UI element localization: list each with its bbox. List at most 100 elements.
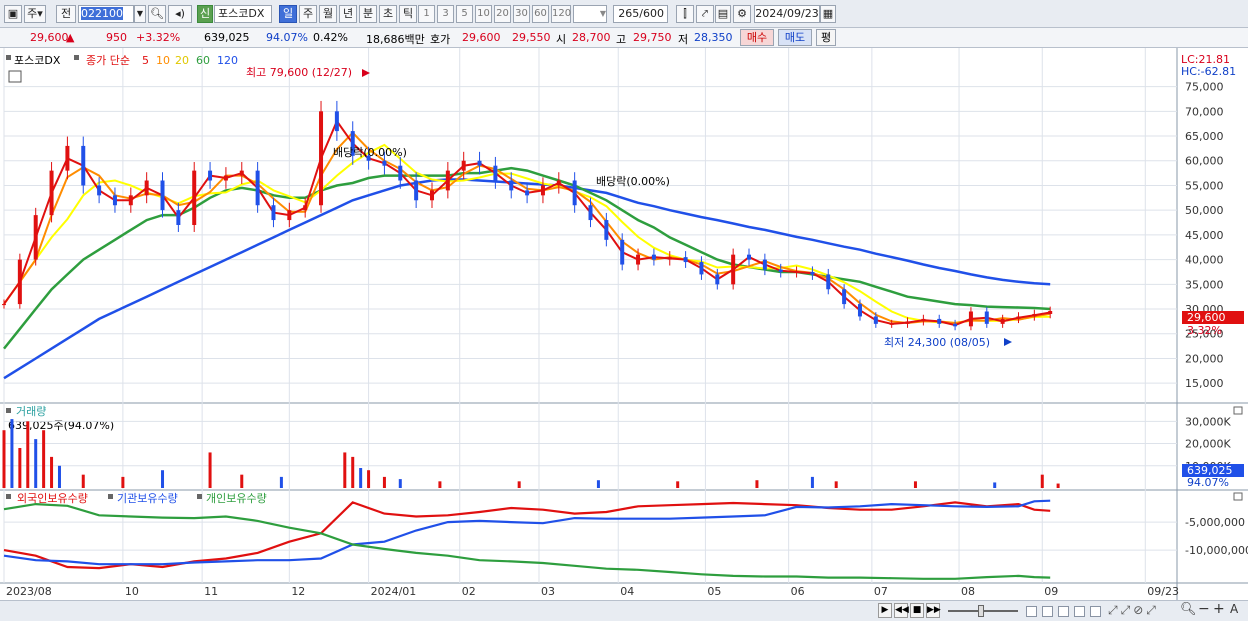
prev-button[interactable]: 전 — [56, 5, 76, 23]
drawing-tools-icon[interactable]: ⤢⤢⊘⤢ — [1108, 603, 1159, 618]
stop-icon[interactable]: ■ — [910, 603, 924, 618]
period-tab-5[interactable]: 초 — [379, 5, 397, 23]
interval-7[interactable]: 120 — [551, 5, 571, 23]
up-arrow-icon: ▲ — [66, 31, 75, 44]
candle-body — [461, 160, 466, 171]
period-tab-0[interactable]: 일 — [279, 5, 297, 23]
x-tick-label: 08 — [961, 585, 975, 598]
period-tab-1[interactable]: 주 — [299, 5, 317, 23]
ma-legend-120: 120 — [217, 54, 238, 67]
x-tick-label: 09/23 — [1147, 585, 1179, 598]
sound-icon[interactable]: ◂) — [168, 5, 192, 23]
search-icon[interactable]: 🔍︎ — [148, 5, 166, 23]
zoom-slider-handle[interactable] — [978, 605, 984, 617]
candle-body — [699, 262, 704, 275]
candle-body — [794, 271, 799, 273]
zoom-out-icon[interactable]: − — [1198, 601, 1210, 617]
period-tab-2[interactable]: 월 — [319, 5, 337, 23]
candle-body — [747, 254, 752, 260]
x-tick-label: 02 — [462, 585, 476, 598]
legend-marker-icon — [74, 55, 79, 60]
holdings-tick-label: -10,000,000 — [1185, 544, 1248, 557]
period-tab-4[interactable]: 분 — [359, 5, 377, 23]
tool-checkbox-5[interactable] — [1090, 606, 1101, 617]
volume-bar — [398, 479, 402, 488]
candle-body — [81, 145, 86, 186]
rewind-icon[interactable]: ◀◀ — [894, 603, 909, 618]
volume-bar — [18, 448, 22, 488]
candle-body — [255, 170, 260, 206]
calendar-icon[interactable]: ▦ — [820, 5, 836, 23]
interval-3[interactable]: 10 — [475, 5, 492, 23]
price-tick-label: 65,000 — [1185, 130, 1224, 143]
custom-interval-input[interactable]: ▼ — [573, 5, 607, 23]
ask-price: 29,600 — [462, 31, 501, 44]
holdings-pane-close-icon[interactable] — [1233, 492, 1243, 501]
candle-body — [984, 311, 989, 324]
zoom-reset-icon[interactable]: + — [1213, 601, 1225, 617]
period-tab-3[interactable]: 년 — [339, 5, 357, 23]
price-tick-label: 60,000 — [1185, 155, 1224, 168]
buy-button[interactable]: 매수 — [740, 29, 774, 46]
candle-body — [762, 259, 767, 270]
volume-bar — [208, 452, 212, 488]
date-input[interactable]: 2024/09/23 — [754, 5, 820, 23]
stock-code-input[interactable]: 022100 — [78, 5, 134, 23]
average-button[interactable]: 평 — [816, 29, 836, 46]
tool-checkbox-4[interactable] — [1074, 606, 1085, 617]
candle-body — [112, 195, 117, 206]
price-change: 950 — [106, 31, 127, 44]
stock-chart[interactable]: 포스코DX 종가 단순 5 10 20 60 120 LC:21.81 HC:-… — [0, 48, 1248, 600]
x-tick-label: 2024/01 — [371, 585, 417, 598]
high-price: 29,750 — [633, 31, 672, 44]
interval-6[interactable]: 60 — [532, 5, 549, 23]
interval-0[interactable]: 1 — [418, 5, 435, 23]
config-icon[interactable]: ⚙ — [733, 5, 751, 23]
candle-body — [334, 111, 339, 132]
price-tick-label: 70,000 — [1185, 105, 1224, 118]
period-tab-6[interactable]: 틱 — [399, 5, 417, 23]
text-icon[interactable]: A — [1230, 602, 1238, 616]
candle-icon[interactable]: ⫿ — [676, 5, 694, 23]
candle-body — [540, 185, 545, 196]
bar-count-field[interactable]: 265/600 — [613, 5, 668, 23]
new-badge: 신 — [197, 5, 213, 23]
open-label: 시 — [556, 33, 567, 46]
interval-1[interactable]: 3 — [437, 5, 454, 23]
volume-pane-title: 거래량 — [16, 405, 46, 418]
volume-bar — [596, 480, 600, 488]
price-tick-label: 55,000 — [1185, 179, 1224, 192]
period-type-select[interactable]: 주▾ — [24, 5, 46, 23]
volume-bar — [382, 476, 386, 488]
candle-body — [429, 190, 434, 201]
stock-code-dropdown[interactable]: ▼ — [134, 5, 146, 23]
forward-icon[interactable]: ▶▶ — [926, 603, 941, 618]
save-icon[interactable]: ▤ — [715, 5, 731, 23]
candle-body — [493, 165, 498, 181]
tool-checkbox-1[interactable] — [1026, 606, 1037, 617]
interval-5[interactable]: 30 — [513, 5, 530, 23]
quote-bar: 29,600 ▲ 950 +3.32% 639,025 94.07% 0.42%… — [0, 28, 1248, 48]
bid-price: 29,550 — [512, 31, 551, 44]
chart-type-icon[interactable]: ▣ — [4, 5, 22, 23]
x-tick-label: 10 — [125, 585, 139, 598]
interval-2[interactable]: 5 — [456, 5, 473, 23]
tool-checkbox-3[interactable] — [1058, 606, 1069, 617]
tool-checkbox-2[interactable] — [1042, 606, 1053, 617]
play-icon[interactable]: ▶ — [878, 603, 892, 618]
sell-button[interactable]: 매도 — [778, 29, 812, 46]
volume-pane-close-icon[interactable] — [1233, 406, 1243, 415]
indicator-icon[interactable]: ⤤ — [696, 5, 714, 23]
candle-body — [873, 316, 878, 324]
zoom-in-icon[interactable]: 🔍︎ — [1180, 602, 1197, 617]
candle-body — [604, 220, 609, 240]
interval-4[interactable]: 20 — [494, 5, 511, 23]
stock-code-value: 022100 — [81, 7, 123, 20]
candle-body — [810, 271, 815, 275]
x-tick-label: 09 — [1044, 585, 1058, 598]
volume-bar — [240, 474, 244, 488]
low-annotation: 최저 24,300 (08/05) — [884, 336, 990, 349]
candle-body — [683, 257, 688, 263]
table-toggle-icon[interactable] — [8, 70, 22, 83]
stock-name-field[interactable]: 포스코DX — [214, 5, 272, 23]
